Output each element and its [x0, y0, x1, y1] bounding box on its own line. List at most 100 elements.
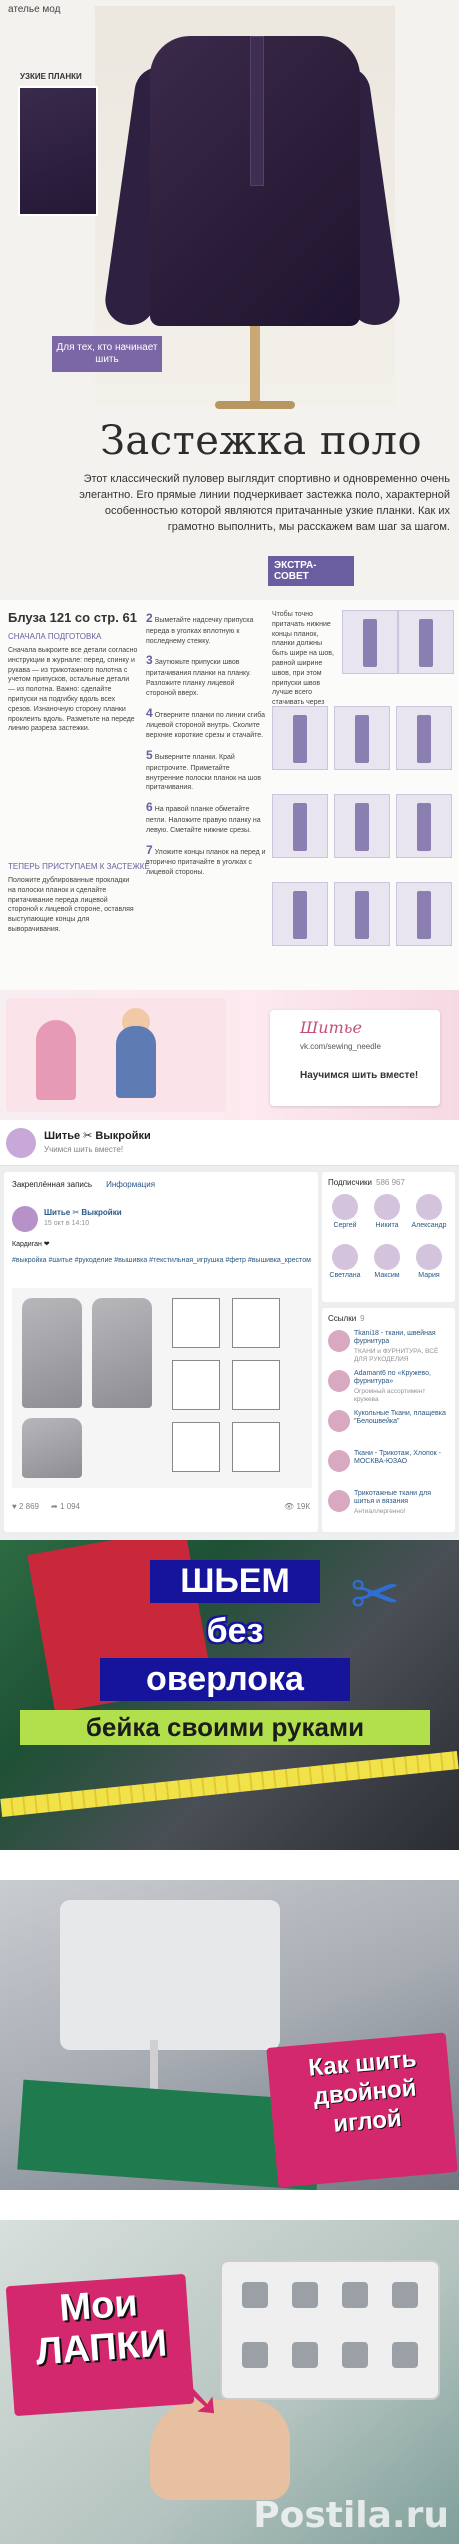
mannequin-stand-base	[215, 401, 295, 409]
magazine-page: ателье мод УЗКИЕ ПЛАНКИ Для тех, кто нач…	[0, 0, 459, 600]
instruction-figures: Чтобы точно притачать нижние концы плано…	[272, 610, 454, 980]
banner-slogan: Научимся шить вместе!	[300, 1070, 419, 1081]
instruction-col-1: Сначала выкроите все детали согласно инс…	[8, 647, 138, 733]
member-item[interactable]: Максим	[368, 1244, 406, 1279]
pattern-piece-6	[232, 1422, 280, 1472]
instruction-col-4: Положите дублированные прокладки на поло…	[8, 877, 134, 933]
link-item[interactable]: Тkani18 - ткани, швейная фурнитура ТКАНИ …	[328, 1330, 450, 1366]
magazine-header-tag: ателье мод	[8, 4, 61, 15]
post-author[interactable]: Шитье ✂ Выкройки	[44, 1208, 122, 1217]
figure-9	[272, 882, 328, 946]
figure-1	[342, 610, 398, 674]
pattern-piece-4	[232, 1360, 280, 1410]
avatar	[328, 1410, 350, 1432]
site-watermark: Postila.ru	[253, 2495, 449, 2536]
figure-2	[398, 610, 454, 674]
expert-tip-text: Чтобы точно притачать нижние концы плано…	[272, 611, 334, 716]
article-intro: Этот классический пуловер выглядит спорт…	[79, 473, 450, 533]
post-actions: ♥ 2 869 ➦ 1 094	[12, 1502, 80, 1511]
share-button[interactable]: ➦ 1 094	[51, 1502, 80, 1511]
spacer	[0, 1850, 459, 1880]
figure-3	[272, 706, 328, 770]
presser-foot-icon	[242, 2342, 268, 2368]
link-item[interactable]: Трикотажные ткани для шитья и вязания Ант…	[328, 1490, 450, 1526]
seamstress-figure	[116, 1026, 156, 1098]
video-title-line-3: оверлока	[100, 1658, 350, 1701]
instruction-steps: 2 Выметайте надсечку припуска переда в уг…	[146, 610, 266, 970]
member-item[interactable]: Никита	[368, 1194, 406, 1229]
post-views: 👁 19К	[284, 1502, 310, 1511]
member-item[interactable]: Сергей	[326, 1194, 364, 1229]
members-block: Подписчики 586 967 Сергей Никита Александ…	[322, 1172, 455, 1302]
wall-tabs: Закреплённая запись Информация	[12, 1180, 155, 1189]
link-item[interactable]: Adamant6 по «Кружево, фурнитура» Огромный…	[328, 1370, 450, 1406]
cardigan-photo-3	[22, 1418, 82, 1478]
figure-5	[396, 706, 452, 770]
detail-label: УЗКИЕ ПЛАНКИ	[20, 72, 82, 81]
banner-brand: Шитье	[300, 1018, 362, 1037]
instruction-step: 6 На правой планке обметайте петли. Налож…	[146, 800, 261, 834]
video-title: Как шить двойной иглой	[307, 2045, 418, 2138]
scissors-icon: ✂	[350, 1561, 401, 1628]
link-item[interactable]: Кукольные Ткани, плащевка "Белошвейка"	[328, 1410, 450, 1446]
link-item[interactable]: Ткани - Трикотаж, Хлопок - МОСКВА-ЮЗАО	[328, 1450, 450, 1486]
vk-wall: Закреплённая запись Информация Шитье ✂ В…	[4, 1172, 318, 1532]
tab-info[interactable]: Информация	[106, 1180, 155, 1189]
video-title-line-2: без	[206, 1612, 264, 1650]
post-date[interactable]: 15 окт в 14:10	[44, 1220, 89, 1227]
banner-info-box: Шитье vk.com/sewing_needle Научимся шить…	[270, 1010, 440, 1106]
avatar	[374, 1194, 400, 1220]
avatar	[416, 1194, 442, 1220]
sewing-machine	[60, 1900, 280, 2050]
presser-foot-icon	[342, 2282, 368, 2308]
post-author-avatar[interactable]	[12, 1206, 38, 1232]
video-thumbnail-presser-feet[interactable]: Мои ЛАПКИ ➘ Postila.ru	[0, 2220, 459, 2544]
group-avatar[interactable]	[6, 1128, 36, 1158]
instruction-section-2-head: ТЕПЕРЬ ПРИСТУПАЕМ К ЗАСТЕЖКЕ	[8, 862, 150, 871]
instruction-step: 7 Уложите концы планок на перед и вторичн…	[146, 842, 266, 877]
member-item[interactable]: Мария	[410, 1244, 448, 1279]
links-title[interactable]: Ссылки 9	[328, 1314, 365, 1323]
like-button[interactable]: ♥ 2 869	[12, 1502, 39, 1511]
avatar	[332, 1194, 358, 1220]
group-status: Учимся шить вместе!	[44, 1145, 124, 1154]
member-item[interactable]: Александр	[410, 1194, 448, 1229]
video-thumbnail-no-overlock[interactable]: ✂ ШЬЕМ без оверлока бейка своими руками	[0, 1540, 459, 1850]
pattern-piece-3	[172, 1360, 220, 1410]
presser-feet-box	[220, 2260, 440, 2400]
avatar	[328, 1330, 350, 1352]
group-name[interactable]: Шитье ✂ Выкройки	[44, 1129, 151, 1142]
figure-11	[396, 882, 452, 946]
figure-8	[396, 794, 452, 858]
avatar	[332, 1244, 358, 1270]
article-title: Застежка поло	[100, 418, 423, 464]
mannequin-stand	[250, 326, 260, 406]
cardigan-photo-2	[92, 1298, 152, 1408]
beginner-teaser: Для тех, кто начинает шить	[52, 336, 162, 372]
banner-url[interactable]: vk.com/sewing_needle	[300, 1042, 381, 1051]
video-title-line-1: ШЬЕМ	[150, 1560, 320, 1603]
figure-7	[334, 794, 390, 858]
post-hashtags[interactable]: #выкройка #шитье #рукоделие #вышивка #те…	[12, 1256, 312, 1266]
detail-photo	[18, 86, 98, 216]
tab-pinned-post[interactable]: Закреплённая запись	[12, 1180, 92, 1189]
group-banner[interactable]: Шитье vk.com/sewing_needle Научимся шить…	[0, 990, 459, 1120]
instruction-step: 5 Выверните планки. Край пристрочите. При…	[146, 747, 262, 792]
instructions-page: Блуза 121 со стр. 61 Сначала подготовка …	[0, 600, 459, 990]
video-thumbnail-double-needle[interactable]: Как шить двойной иглой	[0, 1880, 459, 2190]
avatar	[416, 1244, 442, 1270]
members-title[interactable]: Подписчики 586 967	[328, 1178, 405, 1187]
instruction-title: Блуза 121 со стр. 61	[8, 610, 137, 625]
figure-10	[334, 882, 390, 946]
spacer	[0, 2190, 459, 2220]
arrow-icon: ➘	[180, 2371, 222, 2427]
post-image[interactable]	[12, 1288, 312, 1488]
member-item[interactable]: Светлана	[326, 1244, 364, 1279]
pattern-piece-2	[232, 1298, 280, 1348]
figure-6	[272, 794, 328, 858]
cardigan-photo-1	[22, 1298, 82, 1408]
presser-foot-icon	[242, 2282, 268, 2308]
video-title: Мои ЛАПКИ	[34, 2282, 169, 2374]
presser-foot-icon	[392, 2342, 418, 2368]
post-text: Кардиган ❤	[12, 1241, 50, 1248]
